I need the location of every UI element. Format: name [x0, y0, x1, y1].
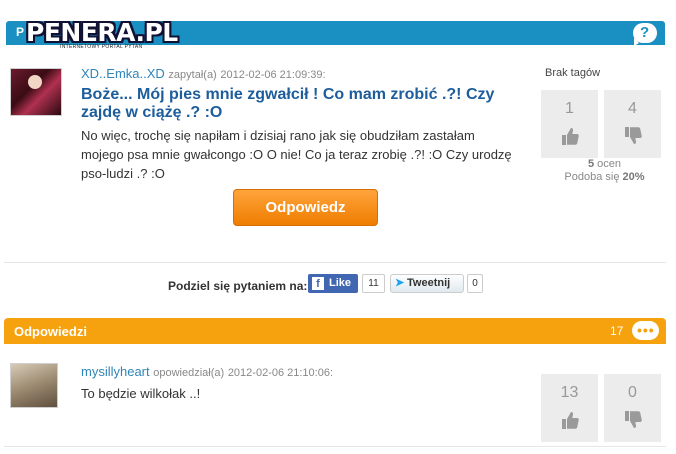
comment-bubble-icon: ••• [632, 321, 659, 340]
help-bubble-tail [634, 38, 639, 46]
answer-author-line: mysillyheart opowiedział(a) 2012-02-06 2… [81, 364, 333, 379]
like-percent-line: Podoba się 20% [545, 171, 664, 184]
question-timestamp: 2012-02-06 21:09:39: [220, 69, 326, 81]
rating-stats: 5 ocen Podoba się 20% [545, 158, 664, 184]
vote-up-count: 1 [565, 100, 574, 117]
answer-vote-down-button[interactable]: 0 [604, 374, 661, 442]
answers-header-bar [4, 318, 666, 344]
question-author-avatar[interactable] [10, 68, 62, 116]
facebook-icon: f [312, 277, 324, 290]
question-vote-down-button[interactable]: 4 [604, 90, 661, 158]
question-author-line: XD..Emka..XD zapytał(a) 2012-02-06 21:09… [81, 66, 326, 81]
question-asked-label: zapytał(a) [168, 69, 217, 81]
thumbs-down-icon [625, 127, 642, 144]
vote-down-count: 4 [628, 100, 637, 117]
tweet-button[interactable]: ➤ Tweetnij [390, 274, 464, 293]
ratings-count: 5 [587, 158, 595, 170]
facebook-like-button[interactable]: f Like [308, 274, 358, 293]
twitter-bird-icon: ➤ [395, 277, 405, 289]
like-label: Podoba się [564, 171, 620, 183]
tags-label: Brak tagów [545, 67, 601, 79]
thumbs-up-icon [562, 128, 579, 145]
answer-author-link[interactable]: mysillyheart [81, 364, 150, 379]
question-title: Boże... Mój pies mnie zgwałcił ! Co mam … [81, 86, 495, 121]
question-vote-up-button[interactable]: 1 [541, 90, 598, 158]
facebook-like-label: Like [329, 277, 352, 289]
bottom-divider [4, 446, 666, 447]
answer-answered-label: opowiedział(a) [153, 367, 225, 379]
answers-count: 17 [610, 324, 624, 338]
tweet-count: 0 [467, 274, 483, 293]
answer-timestamp: 2012-02-06 21:10:06: [227, 367, 334, 379]
header-bar-text: P [16, 25, 25, 39]
like-percent: 20% [622, 171, 645, 183]
answer-vote-up-count: 13 [560, 384, 579, 401]
site-logo[interactable]: PENERA.PL INTERNETOWY PORTAL PYTAŃ [26, 18, 178, 51]
answer-body: To będzie wilkołak ..! [81, 386, 201, 401]
help-icon: ? [640, 24, 650, 41]
logo-tagline: INTERNETOWY PORTAL PYTAŃ [60, 44, 143, 50]
answer-vote-down-count: 0 [628, 384, 637, 401]
ratings-count-line: 5 ocen [545, 158, 664, 171]
section-divider [4, 262, 666, 263]
thumbs-up-icon [562, 412, 579, 429]
thumbs-down-icon [625, 411, 642, 428]
share-label: Podziel się pytaniem na: [168, 279, 308, 293]
answer-author-avatar[interactable] [10, 363, 58, 408]
ratings-label: ocen [597, 158, 622, 170]
facebook-like-count: 11 [362, 274, 385, 293]
question-author-link[interactable]: XD..Emka..XD [81, 66, 165, 81]
logo-text: PENERA.PL [26, 18, 178, 47]
question-body: No więc, trochę się napiłam i dzisiaj ra… [81, 128, 512, 181]
answer-vote-up-button[interactable]: 13 [541, 374, 598, 442]
tweet-label: Tweetnij [407, 277, 451, 289]
answer-button[interactable]: Odpowiedz [233, 189, 378, 226]
answers-title: Odpowiedzi [14, 324, 87, 339]
